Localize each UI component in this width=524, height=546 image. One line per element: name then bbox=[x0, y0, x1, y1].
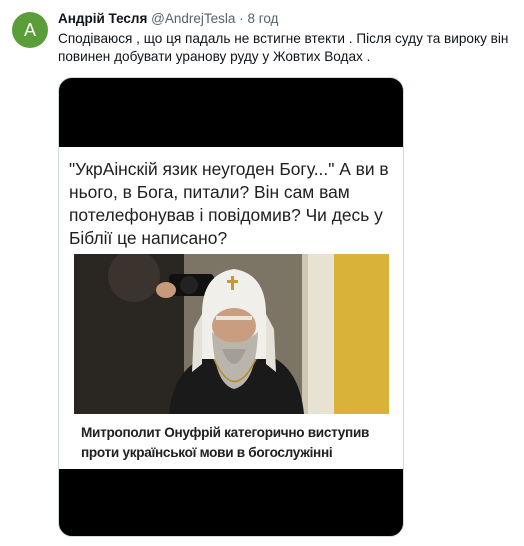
avatar-letter: A bbox=[23, 19, 36, 40]
author-name[interactable]: Андрій Тесля bbox=[58, 11, 147, 26]
tweet-media-image[interactable]: "УкрАінскій язик неугоден Богу..." А ви … bbox=[58, 77, 404, 537]
avatar[interactable]: A bbox=[12, 12, 48, 48]
separator: · bbox=[239, 11, 244, 26]
tweet-time[interactable]: 8 год bbox=[247, 11, 278, 26]
tweet[interactable]: A Андрій Тесля @AndrejTesla · 8 год Спод… bbox=[0, 0, 524, 546]
media-caption: Митрополит Онуфрій категорично виступив … bbox=[81, 425, 370, 460]
media-photo bbox=[74, 254, 389, 414]
tweet-text: Сподіваюся , що ця падаль не встигне вте… bbox=[58, 31, 509, 64]
photo-illustration bbox=[74, 254, 389, 414]
media-card: "УкрАінскій язик неугоден Богу..." А ви … bbox=[59, 147, 403, 469]
tweet-header: Андрій Тесля @AndrejTesla · 8 год bbox=[58, 11, 278, 26]
author-handle[interactable]: @AndrejTesla bbox=[151, 11, 235, 26]
media-quote-text: "УкрАінскій язик неугоден Богу..." А ви … bbox=[69, 159, 389, 248]
